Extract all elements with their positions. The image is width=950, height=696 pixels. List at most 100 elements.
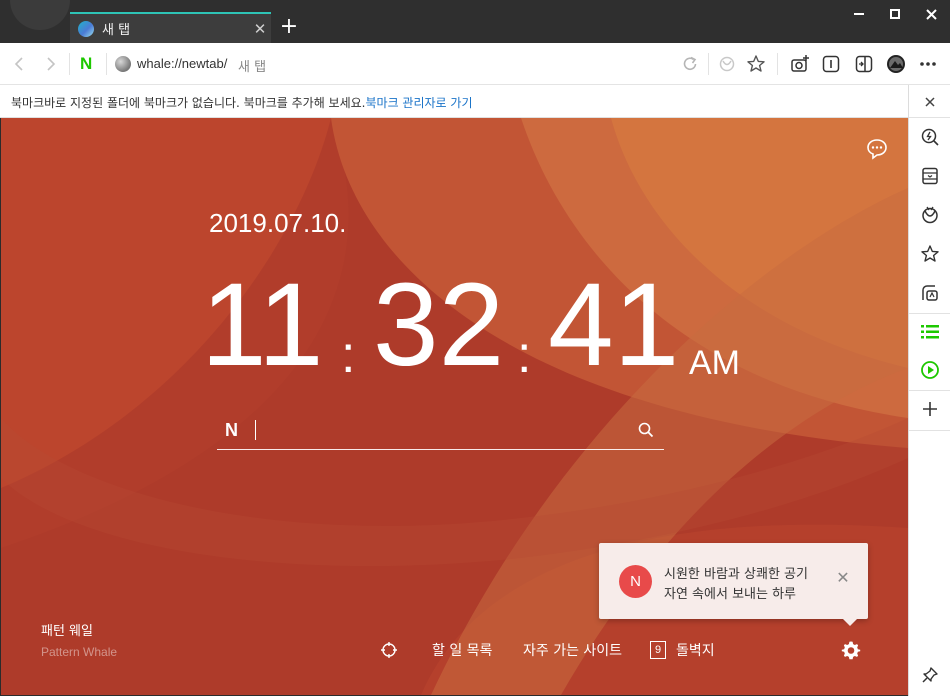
sidebar-divider: [909, 117, 950, 118]
toolbar: N whale://newtab/ 새 탭: [0, 43, 950, 85]
pattern-subtitle: Pattern Whale: [41, 645, 118, 659]
site-info-icon[interactable]: [115, 56, 131, 72]
toast-close-icon[interactable]: ✕: [835, 570, 851, 586]
reload-button[interactable]: [679, 53, 701, 75]
play-icon: [921, 361, 939, 379]
sidebar-item-play[interactable]: [919, 359, 941, 381]
screenshot-icon: [791, 55, 809, 72]
gear-icon: [841, 641, 861, 660]
reader-icon: [822, 55, 840, 73]
maximize-icon: [890, 9, 900, 19]
sidebar-divider: [909, 390, 950, 391]
chat-bubble-icon: [867, 139, 887, 160]
forward-button[interactable]: [40, 53, 62, 75]
pin-icon: [922, 667, 938, 683]
profile-button[interactable]: [885, 53, 907, 75]
sidebar-divider: [909, 430, 950, 431]
sidebar-toggle-icon: [855, 55, 873, 73]
newtab-page: 2019.07.10. 11 : 32 : 41 AM N N 시원한 바람과 …: [1, 118, 908, 695]
sidebar: [908, 85, 950, 696]
search-icon: [638, 422, 654, 438]
sidebar-pin-button[interactable]: [919, 664, 941, 686]
bookmark-bar: 북마크바로 지정된 폴더에 북마크가 없습니다. 북마크를 추가해 보세요.북마…: [0, 85, 908, 118]
more-icon: [920, 62, 936, 66]
crosshair-icon: [381, 642, 397, 658]
reader-button[interactable]: [820, 53, 842, 75]
clock-seconds: 41: [548, 259, 680, 391]
toolbar-divider: [69, 53, 70, 75]
minimize-icon: [854, 13, 864, 15]
more-menu-button[interactable]: [917, 53, 939, 75]
search-box[interactable]: N: [217, 415, 664, 450]
toolbar-divider: [777, 53, 778, 75]
tab-new-tab[interactable]: 새 탭 ✕: [70, 12, 271, 43]
naver-search-logo: N: [225, 420, 238, 440]
mobile-icon: [922, 167, 938, 185]
frequent-sites-button[interactable]: 자주 가는 사이트: [523, 640, 622, 662]
bookmark-star-icon: [921, 245, 939, 262]
screenshot-button[interactable]: [789, 53, 811, 75]
close-window-button[interactable]: [912, 0, 950, 28]
whale-logo-icon: [78, 20, 94, 37]
settings-button[interactable]: [841, 640, 861, 660]
date-text: 2019.07.10.: [209, 208, 347, 238]
new-tab-button[interactable]: +: [278, 14, 300, 40]
profile-icon: [887, 55, 905, 73]
toolbar-divider: [708, 53, 709, 75]
toast-line-2: 자연 속에서 보내는 하루: [664, 587, 796, 602]
sidebar-toggle-button[interactable]: [853, 53, 875, 75]
address-url[interactable]: whale://newtab/: [137, 56, 227, 71]
notification-toast[interactable]: N 시원한 바람과 상쾌한 공기 자연 속에서 보내는 하루 ✕: [599, 543, 868, 626]
clock-separator: :: [341, 326, 356, 384]
sidebar-add-button[interactable]: [919, 398, 941, 420]
back-icon: [14, 57, 23, 71]
close-icon: [925, 97, 935, 107]
search-input[interactable]: [261, 419, 621, 443]
sidebar-item-translate[interactable]: [919, 282, 941, 304]
wallpaper-button[interactable]: 돌벽지: [676, 640, 715, 662]
titlebar-decoration: [0, 0, 70, 43]
clock-minutes: 32: [373, 259, 505, 391]
bookmark-empty-message: 북마크바로 지정된 폴더에 북마크가 없습니다. 북마크를 추가해 보세요.: [11, 96, 366, 110]
bookmark-manager-link[interactable]: 북마크 관리자로 가기: [366, 96, 473, 110]
clock-separator: :: [517, 326, 532, 384]
toolbar-divider: [106, 53, 107, 75]
wallpaper-count-badge: 9: [650, 641, 666, 659]
toast-line-1: 시원한 바람과 상쾌한 공기: [664, 567, 808, 582]
whale-mode-button[interactable]: [716, 53, 738, 75]
whale-icon: [922, 206, 938, 224]
tab-close-icon[interactable]: ✕: [249, 20, 271, 38]
pattern-name[interactable]: 패턴 웨일: [41, 620, 93, 639]
list-icon: [921, 325, 939, 339]
sidebar-item-mobile[interactable]: [919, 165, 941, 187]
add-icon: [923, 402, 937, 416]
search-button[interactable]: [637, 421, 655, 439]
sidebar-item-whale[interactable]: [919, 204, 941, 226]
quick-search-icon: [921, 128, 939, 146]
forward-icon: [47, 57, 56, 71]
sidebar-item-quick-search[interactable]: [919, 126, 941, 148]
star-icon: [747, 55, 765, 72]
maximize-button[interactable]: [876, 0, 914, 28]
clock-hours: 11: [201, 259, 324, 391]
toast-badge: N: [619, 565, 652, 598]
sidebar-divider: [909, 313, 950, 314]
todo-list-button[interactable]: 할 일 목록: [432, 640, 492, 662]
whale-mode-icon: [719, 56, 735, 72]
clock-ampm: AM: [689, 344, 740, 382]
reload-icon: [683, 56, 697, 70]
address-page-title: 새 탭: [238, 60, 267, 75]
search-caret: [255, 420, 256, 440]
back-button[interactable]: [8, 53, 30, 75]
close-icon: [925, 8, 937, 20]
target-button[interactable]: [381, 642, 397, 658]
sidebar-item-list[interactable]: [919, 321, 941, 343]
minimize-button[interactable]: [840, 0, 878, 28]
sidebar-item-bookmarks[interactable]: [919, 243, 941, 265]
tab-title: 새 탭: [102, 23, 131, 38]
sidebar-close-button[interactable]: [919, 91, 941, 113]
naver-home-button[interactable]: N: [80, 55, 96, 72]
feedback-button[interactable]: [866, 138, 888, 160]
bookmark-button[interactable]: [745, 53, 767, 75]
title-bar: 새 탭 ✕ +: [0, 0, 950, 43]
